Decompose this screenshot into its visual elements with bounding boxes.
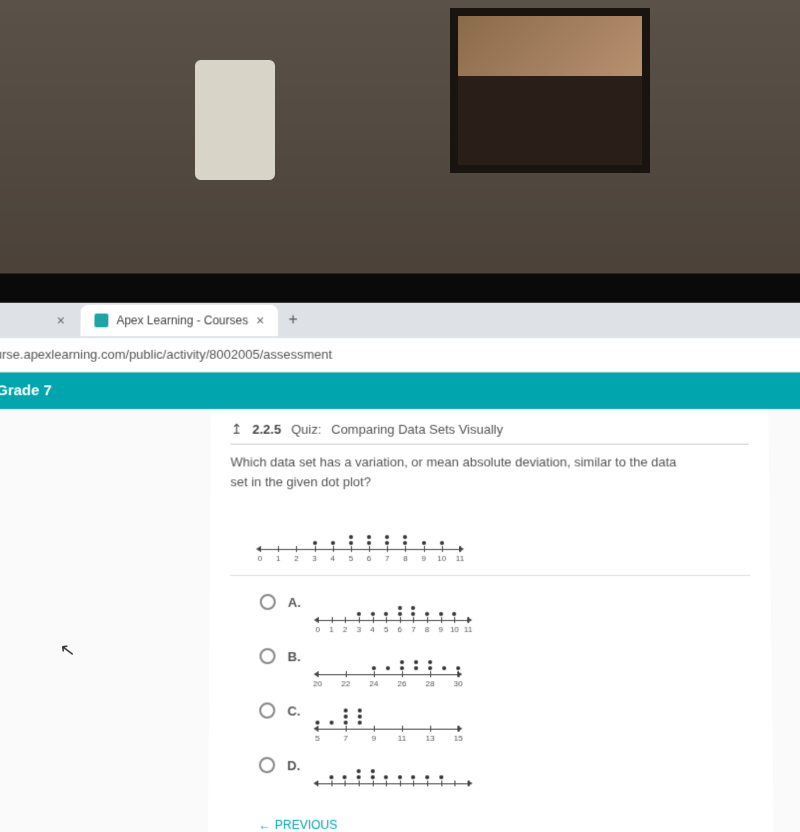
room-background [0, 0, 800, 300]
quiz-number: 2.2.5 [252, 422, 281, 437]
content-area: ↥ 2.2.5 Quiz: Comparing Data Sets Visual… [0, 409, 800, 832]
mouse-cursor-icon: ↖ [59, 639, 77, 662]
browser-tab-active[interactable]: Apex Learning - Courses × [81, 305, 279, 336]
previous-label: PREVIOUS [275, 818, 338, 832]
picture-content [458, 16, 642, 76]
light-switch-plate [195, 60, 275, 180]
answer-options: A. 01234567891011 B. 202224262830 C. 579… [229, 590, 753, 783]
dotplot-c: 579111315 [317, 698, 458, 728]
radio-d[interactable] [259, 757, 275, 773]
radio-b[interactable] [259, 648, 275, 664]
given-dot-plot: 01234567891011 [230, 509, 750, 575]
option-d[interactable]: D. [259, 753, 753, 783]
laptop-bezel: × Apex Learning - Courses × + urse.apexl… [0, 273, 800, 832]
course-header-bar: Grade 7 [0, 373, 800, 410]
browser-tab-strip: × Apex Learning - Courses × + [0, 303, 800, 338]
dotplot-b: 202224262830 [318, 644, 459, 674]
question-line-2: set in the given dot plot? [230, 472, 749, 491]
divider [230, 575, 750, 576]
dotplot-d [317, 753, 468, 783]
radio-c[interactable] [259, 702, 275, 718]
quiz-panel: ↥ 2.2.5 Quiz: Comparing Data Sets Visual… [208, 409, 774, 832]
browser-tab-inactive[interactable]: × [43, 305, 79, 336]
question-text: Which data set has a variation, or mean … [230, 444, 749, 510]
option-c[interactable]: C. 579111315 [259, 698, 752, 728]
option-label-c: C. [287, 703, 305, 718]
option-b[interactable]: B. 202224262830 [259, 644, 751, 674]
radio-a[interactable] [260, 594, 276, 610]
url-text: urse.apexlearning.com/public/activity/80… [0, 347, 332, 362]
wall-picture-frame [450, 8, 650, 173]
quiz-title: Comparing Data Sets Visually [331, 422, 503, 437]
arrow-left-icon: ← [259, 818, 271, 832]
quiz-breadcrumb[interactable]: ↥ 2.2.5 Quiz: Comparing Data Sets Visual… [231, 421, 749, 444]
dotplot-a: 01234567891011 [318, 590, 468, 620]
previous-button[interactable]: ← PREVIOUS [228, 808, 753, 832]
option-label-a: A. [288, 595, 306, 610]
address-bar[interactable]: urse.apexlearning.com/public/activity/80… [0, 338, 800, 372]
new-tab-button[interactable]: + [280, 312, 306, 330]
option-label-d: D. [287, 758, 305, 773]
quiz-label: Quiz: [291, 422, 321, 437]
option-label-b: B. [288, 649, 306, 664]
question-line-1: Which data set has a variation, or mean … [230, 453, 749, 472]
laptop-screen: × Apex Learning - Courses × + urse.apexl… [0, 303, 800, 832]
course-title: Grade 7 [0, 382, 52, 399]
close-icon[interactable]: × [256, 313, 264, 329]
return-arrow-icon[interactable]: ↥ [231, 421, 243, 438]
apex-favicon [95, 314, 109, 328]
option-a[interactable]: A. 01234567891011 [260, 590, 751, 620]
tab-title: Apex Learning - Courses [116, 314, 248, 328]
close-icon[interactable]: × [57, 313, 65, 329]
